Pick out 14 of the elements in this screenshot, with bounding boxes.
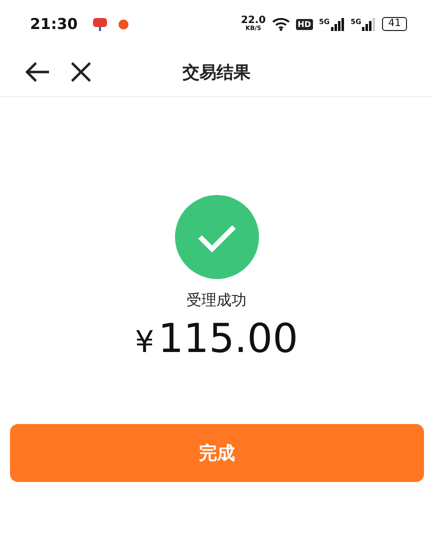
battery-indicator: 41 (382, 17, 407, 31)
status-time: 21:30 (30, 15, 78, 33)
close-icon[interactable] (70, 61, 92, 83)
wifi-icon (272, 17, 290, 31)
page-title: 交易结果 (182, 62, 250, 84)
back-icon[interactable] (24, 61, 50, 83)
amount-value: 115.00 (158, 316, 298, 362)
result-status: 受理成功 (186, 291, 246, 310)
currency-symbol: ¥ (134, 325, 154, 360)
app-icon (92, 16, 108, 32)
app-icon (118, 18, 129, 30)
success-check-icon (174, 195, 258, 279)
done-button[interactable]: 完成 (10, 424, 424, 482)
hd-badge: HD (296, 18, 314, 30)
